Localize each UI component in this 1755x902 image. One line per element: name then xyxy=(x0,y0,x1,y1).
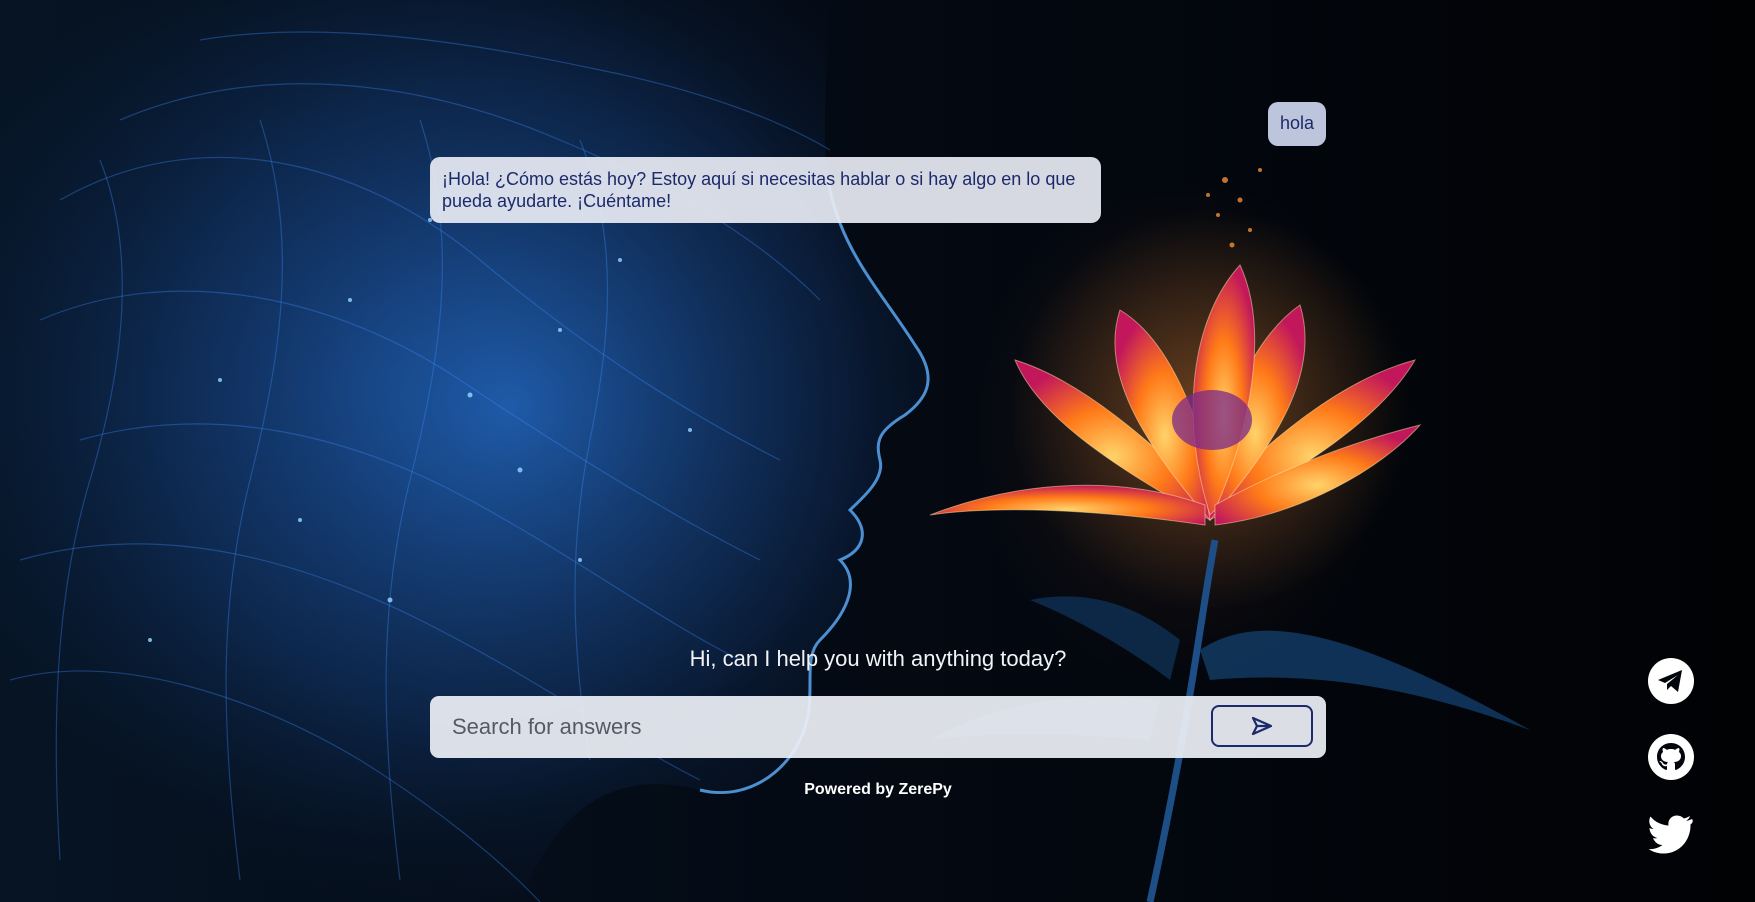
user-message-bubble: hola xyxy=(1268,102,1327,146)
search-input[interactable] xyxy=(430,696,1190,758)
bot-message-bubble: ¡Hola! ¿Cómo estás hoy? Estoy aquí si ne… xyxy=(430,157,1101,223)
send-arrow-icon xyxy=(1251,716,1273,736)
face-silhouette xyxy=(0,0,930,902)
search-bar xyxy=(430,696,1326,758)
github-icon xyxy=(1648,734,1694,780)
bot-message-text: ¡Hola! ¿Cómo estás hoy? Estoy aquí si ne… xyxy=(442,169,1076,211)
send-button[interactable] xyxy=(1211,705,1313,747)
twitter-icon xyxy=(1648,815,1693,854)
page: hola ¡Hola! ¿Cómo estás hoy? Estoy aquí … xyxy=(0,0,1755,902)
telegram-link[interactable] xyxy=(1646,656,1696,706)
telegram-icon xyxy=(1648,658,1694,704)
user-message-text: hola xyxy=(1280,113,1315,133)
twitter-link[interactable] xyxy=(1646,808,1696,858)
background-artwork xyxy=(0,0,1530,902)
github-link[interactable] xyxy=(1646,732,1696,782)
powered-by-text: Powered by ZerePy xyxy=(804,781,952,798)
greeting-text: Hi, can I help you with anything today? xyxy=(689,646,1067,671)
